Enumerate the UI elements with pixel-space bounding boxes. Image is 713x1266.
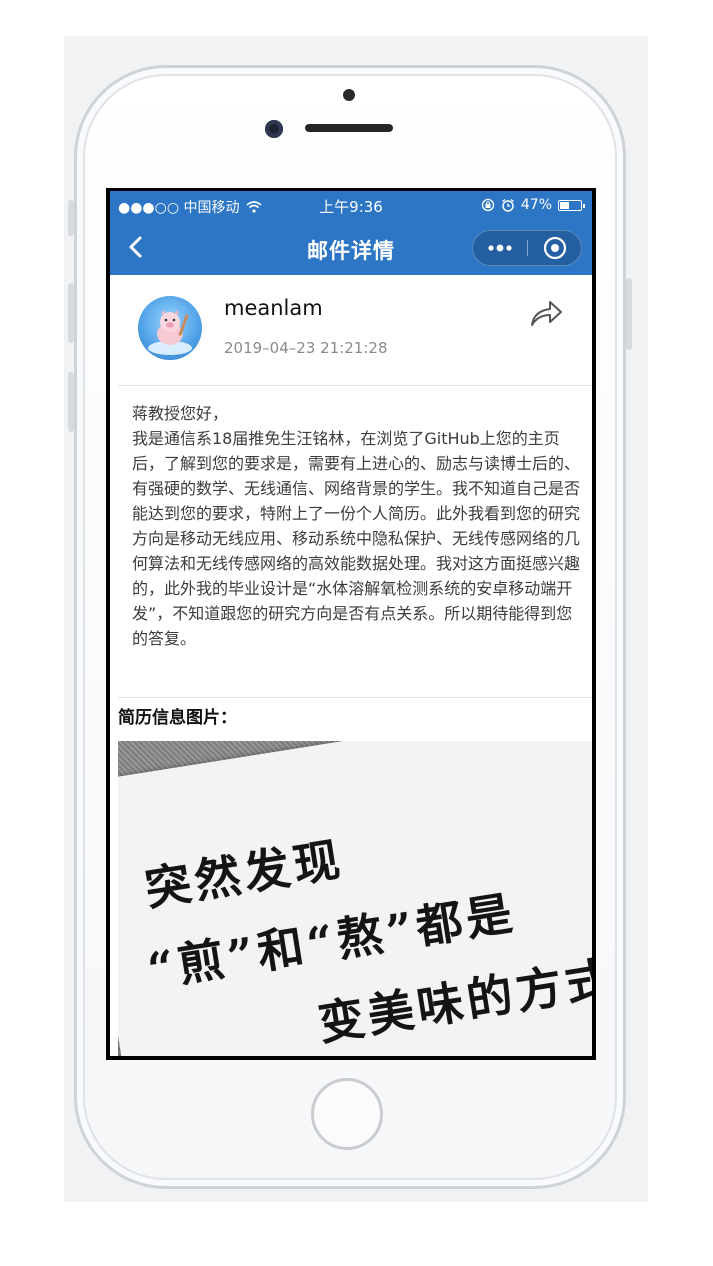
front-camera [265, 120, 283, 138]
mini-program-capsule [472, 230, 582, 266]
sender-name: meanlam [224, 296, 323, 320]
target-circle-icon [543, 236, 567, 260]
mail-header: meanlam 2019–04–23 21:21:28 [110, 275, 592, 385]
body-paragraph: 我是通信系18届推免生汪铭林，在浏览了GitHub上您的主页后，了解到您的要求是… [132, 429, 581, 648]
battery-icon [558, 199, 585, 211]
resume-image[interactable]: 突然发现 “煎”和“熬”都是 变美味的方式 可以 [118, 741, 592, 1056]
cartoon-pig-avatar-icon [148, 310, 192, 355]
home-button[interactable] [311, 1078, 383, 1150]
close-mini-program-button[interactable] [528, 231, 582, 265]
navigation-bar: 邮件详情 [110, 221, 592, 275]
volume-down-button [68, 372, 74, 432]
handwritten-note: 突然发现 “煎”和“熬”都是 变美味的方式 可以 [118, 741, 592, 1056]
share-arrow-icon[interactable] [528, 295, 564, 331]
alarm-icon [501, 198, 514, 212]
earpiece-speaker [305, 124, 393, 132]
battery-level [560, 201, 569, 209]
proximity-sensor [343, 89, 355, 101]
mail-body: 蒋教授您好， 我是通信系18届推免生汪铭林，在浏览了GitHub上您的主页后，了… [132, 401, 584, 651]
more-button[interactable] [473, 231, 527, 265]
mute-switch [68, 200, 74, 236]
status-icons: 47% [481, 197, 585, 213]
handwriting-line-1: 突然发现 [141, 831, 348, 917]
more-dots-icon [488, 244, 512, 252]
rotation-lock-icon [481, 198, 495, 212]
divider [118, 697, 592, 698]
avatar [138, 296, 202, 360]
greeting-text: 蒋教授您好， [132, 404, 229, 423]
power-button [626, 278, 632, 350]
sent-date: 2019–04–23 21:21:28 [224, 339, 388, 357]
handwriting-line-4: 可以 [194, 1053, 303, 1056]
phone-screen: ●●●○○ 中国移动 上午9:36 47% 邮件详情 meanlam 2019–… [106, 188, 596, 1060]
divider [118, 385, 592, 386]
volume-up-button [68, 283, 74, 343]
status-bar: ●●●○○ 中国移动 上午9:36 47% [110, 191, 592, 221]
app-viewport: ●●●○○ 中国移动 上午9:36 47% 邮件详情 meanlam 2019–… [110, 191, 592, 1056]
battery-percent: 47% [520, 197, 552, 213]
attachment-label: 简历信息图片： [118, 708, 237, 728]
